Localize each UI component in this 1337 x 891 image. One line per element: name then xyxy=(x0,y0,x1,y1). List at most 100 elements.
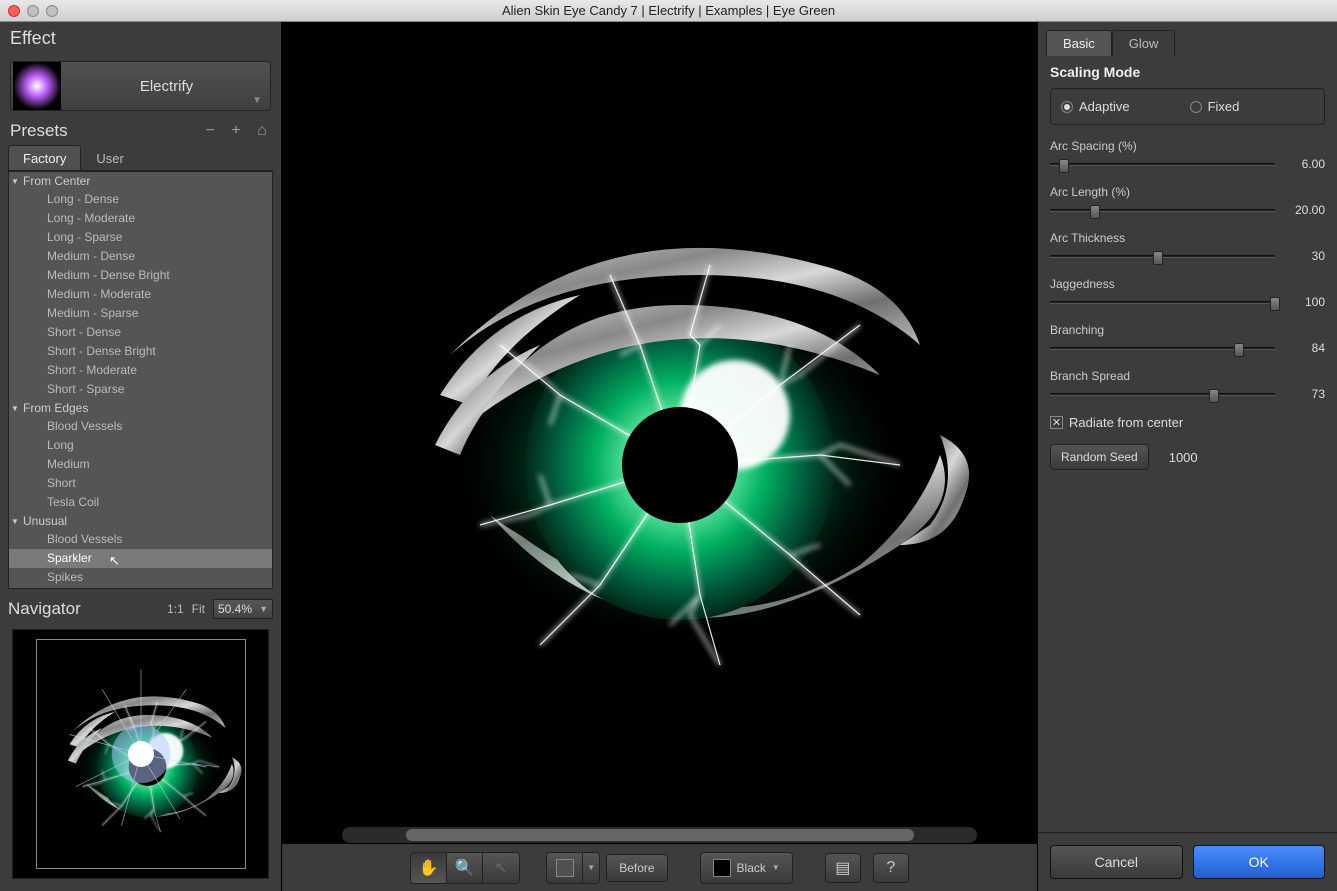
hand-tool-button[interactable]: ✋ xyxy=(411,853,447,883)
slider-thumb[interactable] xyxy=(1153,251,1163,265)
tree-item[interactable]: Tesla Coil xyxy=(9,587,272,589)
navigator-header: Navigator xyxy=(8,599,159,619)
tree-item[interactable]: Long - Moderate xyxy=(9,209,272,228)
bg-black-button[interactable]: Black ▼ xyxy=(700,852,793,884)
tab-user[interactable]: User xyxy=(81,145,138,170)
slider-label: Arc Thickness xyxy=(1050,231,1325,245)
tab-factory[interactable]: Factory xyxy=(8,145,81,170)
before-button[interactable]: Before xyxy=(606,854,667,882)
remove-preset-icon[interactable]: − xyxy=(201,122,219,140)
zoom-value: 50.4% xyxy=(218,602,252,616)
scaling-mode-group: Adaptive Fixed xyxy=(1050,88,1325,125)
tree-item[interactable]: Spikes xyxy=(9,568,272,587)
home-icon[interactable]: ⌂ xyxy=(253,122,271,140)
center-panel: ✋ 🔍 ↖ ▼ Before Black ▼ ▤ ? xyxy=(282,22,1037,891)
cancel-button[interactable]: Cancel xyxy=(1050,845,1183,879)
effect-selector[interactable]: Electrify ▼ xyxy=(10,61,271,111)
chevron-down-icon: ▼ xyxy=(259,604,268,614)
preset-tabs: Factory User xyxy=(8,145,273,171)
radio-adaptive[interactable]: Adaptive xyxy=(1061,99,1130,114)
tab-basic[interactable]: Basic xyxy=(1046,30,1112,56)
zoom-fit-button[interactable]: Fit xyxy=(192,602,205,616)
slider-track[interactable] xyxy=(1050,393,1275,396)
preview-canvas[interactable] xyxy=(282,22,1037,827)
chevron-down-icon: ▼ xyxy=(252,95,262,106)
scrollbar-thumb[interactable] xyxy=(406,829,914,841)
tree-item[interactable]: Long - Sparse xyxy=(9,228,272,247)
add-preset-icon[interactable]: + xyxy=(227,122,245,140)
chevron-down-icon: ▼ xyxy=(772,863,780,872)
zoom-tool-button[interactable]: 🔍 xyxy=(447,853,483,883)
slider-thumb[interactable] xyxy=(1209,389,1219,403)
radiate-checkbox[interactable]: ✕ Radiate from center xyxy=(1050,415,1325,430)
slider-arc-spacing-: Arc Spacing (%) 6.00 xyxy=(1050,139,1325,171)
tree-item[interactable]: Medium - Dense xyxy=(9,247,272,266)
bg-swatch-chevron[interactable]: ▼ xyxy=(583,853,599,883)
slider-thumb[interactable] xyxy=(1059,159,1069,173)
slider-label: Arc Spacing (%) xyxy=(1050,139,1325,153)
preset-tree[interactable]: From CenterLong - DenseLong - ModerateLo… xyxy=(8,171,273,589)
horizontal-scrollbar[interactable] xyxy=(342,827,977,843)
slider-label: Branching xyxy=(1050,323,1325,337)
tree-item[interactable]: Long - Dense xyxy=(9,190,272,209)
random-seed-button[interactable]: Random Seed xyxy=(1050,444,1149,470)
window-controls xyxy=(0,5,58,17)
slider-track[interactable] xyxy=(1050,255,1275,258)
checkbox-icon: ✕ xyxy=(1050,416,1063,429)
settings-icon[interactable]: ▤ xyxy=(825,853,861,883)
slider-track[interactable] xyxy=(1050,163,1275,166)
ok-button[interactable]: OK xyxy=(1193,845,1326,879)
zoom-select[interactable]: 50.4% ▼ xyxy=(213,599,273,619)
slider-jaggedness: Jaggedness100 xyxy=(1050,277,1325,309)
tree-group[interactable]: Unusual xyxy=(9,512,272,530)
radio-fixed[interactable]: Fixed xyxy=(1190,99,1240,114)
slider-arc-length-: Arc Length (%) 20.00 xyxy=(1050,185,1325,217)
slider-value[interactable]: 73 xyxy=(1285,387,1325,401)
slider-value[interactable]: 6.00 xyxy=(1285,157,1325,171)
tree-item[interactable]: Short - Dense xyxy=(9,323,272,342)
tree-group[interactable]: From Edges xyxy=(9,399,272,417)
tree-item[interactable]: Sparkler↖ xyxy=(9,549,272,568)
radio-icon xyxy=(1190,101,1202,113)
minimize-icon[interactable] xyxy=(27,5,39,17)
tree-item[interactable]: Short xyxy=(9,474,272,493)
tree-item[interactable]: Medium - Sparse xyxy=(9,304,272,323)
navigator-thumbnail[interactable] xyxy=(12,629,269,879)
tree-item[interactable]: Medium xyxy=(9,455,272,474)
tree-item[interactable]: Short - Dense Bright xyxy=(9,342,272,361)
slider-arc-thickness: Arc Thickness 30 xyxy=(1050,231,1325,263)
tree-group[interactable]: From Center xyxy=(9,172,272,190)
tree-item[interactable]: Blood Vessels xyxy=(9,417,272,436)
tab-glow[interactable]: Glow xyxy=(1112,30,1176,56)
tree-item[interactable]: Long xyxy=(9,436,272,455)
black-swatch-icon xyxy=(713,859,731,877)
close-icon[interactable] xyxy=(8,5,20,17)
presets-header: Presets xyxy=(10,121,193,141)
slider-value[interactable]: 20.00 xyxy=(1285,203,1325,217)
effect-header: Effect xyxy=(0,22,281,55)
slider-thumb[interactable] xyxy=(1270,297,1280,311)
section-scaling-mode: Scaling Mode xyxy=(1050,64,1325,80)
tree-item[interactable]: Blood Vessels xyxy=(9,530,272,549)
tree-item[interactable]: Short - Sparse xyxy=(9,380,272,399)
slider-thumb[interactable] xyxy=(1090,205,1100,219)
slider-value[interactable]: 100 xyxy=(1285,295,1325,309)
bottom-toolbar: ✋ 🔍 ↖ ▼ Before Black ▼ ▤ ? xyxy=(282,843,1037,891)
window-title: Alien Skin Eye Candy 7 | Electrify | Exa… xyxy=(0,3,1337,18)
slider-value[interactable]: 30 xyxy=(1285,249,1325,263)
slider-track[interactable] xyxy=(1050,301,1275,304)
maximize-icon[interactable] xyxy=(46,5,58,17)
tree-item[interactable]: Tesla Coil xyxy=(9,493,272,512)
slider-thumb[interactable] xyxy=(1234,343,1244,357)
zoom-1to1-button[interactable]: 1:1 xyxy=(167,602,184,616)
slider-track[interactable] xyxy=(1050,347,1275,350)
slider-track[interactable] xyxy=(1050,209,1275,212)
slider-label: Arc Length (%) xyxy=(1050,185,1325,199)
slider-value[interactable]: 84 xyxy=(1285,341,1325,355)
bg-swatch-button[interactable] xyxy=(547,853,583,883)
pointer-tool-button[interactable]: ↖ xyxy=(483,853,519,883)
tree-item[interactable]: Medium - Dense Bright xyxy=(9,266,272,285)
help-icon[interactable]: ? xyxy=(873,853,909,883)
tree-item[interactable]: Short - Moderate xyxy=(9,361,272,380)
tree-item[interactable]: Medium - Moderate xyxy=(9,285,272,304)
